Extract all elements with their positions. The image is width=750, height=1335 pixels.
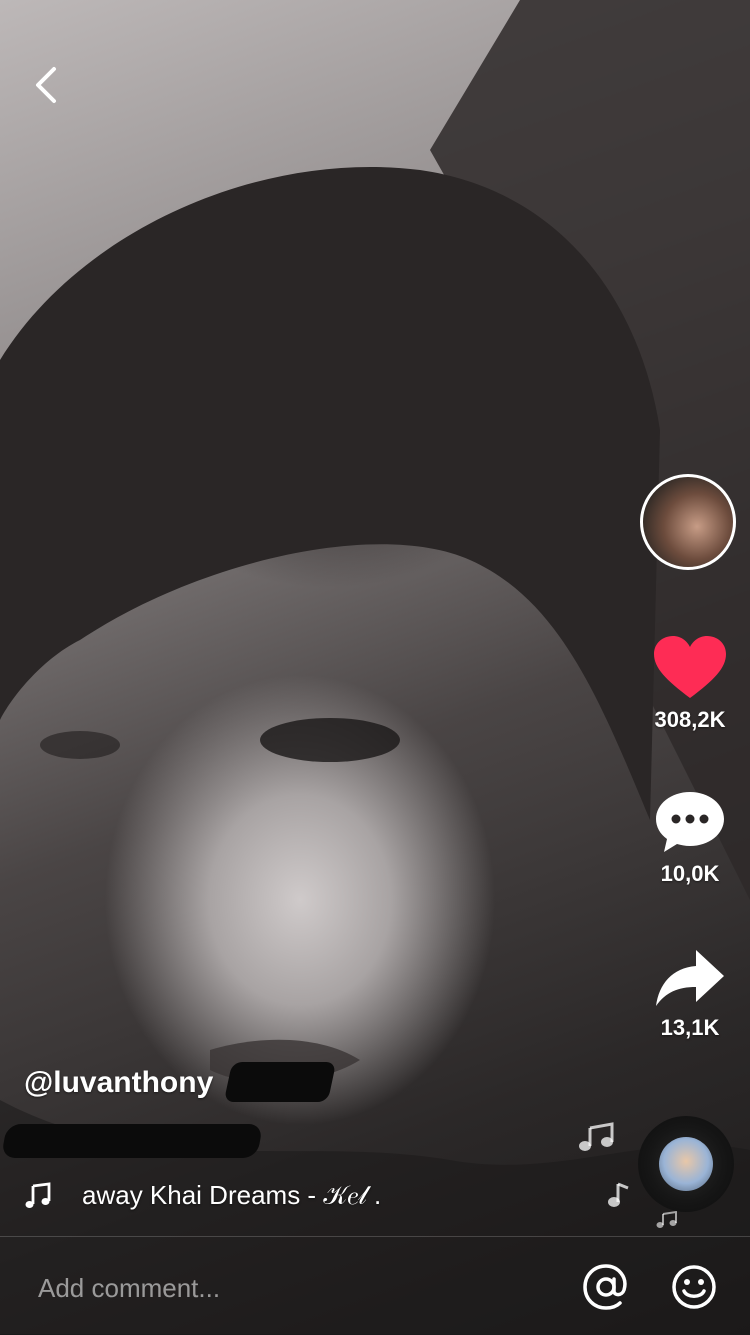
floating-note-icon <box>608 1182 630 1213</box>
music-disc[interactable] <box>638 1116 734 1212</box>
comment-input[interactable] <box>36 1267 460 1309</box>
creator-avatar[interactable] <box>640 474 736 570</box>
redaction-mark <box>223 1062 337 1102</box>
music-info[interactable]: away Khai Dreams - 𝒦𝑒𝓁 . <box>24 1176 381 1216</box>
share-button[interactable]: 13,1K <box>640 946 740 1041</box>
share-arrow-icon <box>656 950 724 1006</box>
music-note-icon <box>25 1182 51 1208</box>
music-title: away Khai Dreams - 𝒦𝑒𝓁 . <box>82 1180 382 1210</box>
like-count: 308,2K <box>654 707 726 732</box>
comment-button[interactable]: 10,0K <box>640 788 740 887</box>
comment-bar <box>0 1236 750 1335</box>
mention-button[interactable] <box>582 1263 630 1311</box>
floating-note-icon <box>578 1122 616 1157</box>
share-count: 13,1K <box>660 1015 720 1040</box>
heart-icon <box>654 636 726 698</box>
comment-count: 10,0K <box>660 861 720 886</box>
redaction-mark <box>1 1124 263 1158</box>
comment-bubble-icon <box>656 792 724 852</box>
emoji-icon <box>672 1265 716 1309</box>
like-button[interactable]: 308,2K <box>640 634 740 733</box>
emoji-button[interactable] <box>670 1263 718 1311</box>
creator-username[interactable]: @luvanthony <box>24 1066 213 1100</box>
music-cover-avatar <box>659 1137 713 1191</box>
back-button[interactable] <box>22 58 70 112</box>
back-chevron-icon <box>36 67 56 103</box>
floating-note-icon <box>656 1210 678 1235</box>
at-sign-icon <box>583 1264 627 1310</box>
